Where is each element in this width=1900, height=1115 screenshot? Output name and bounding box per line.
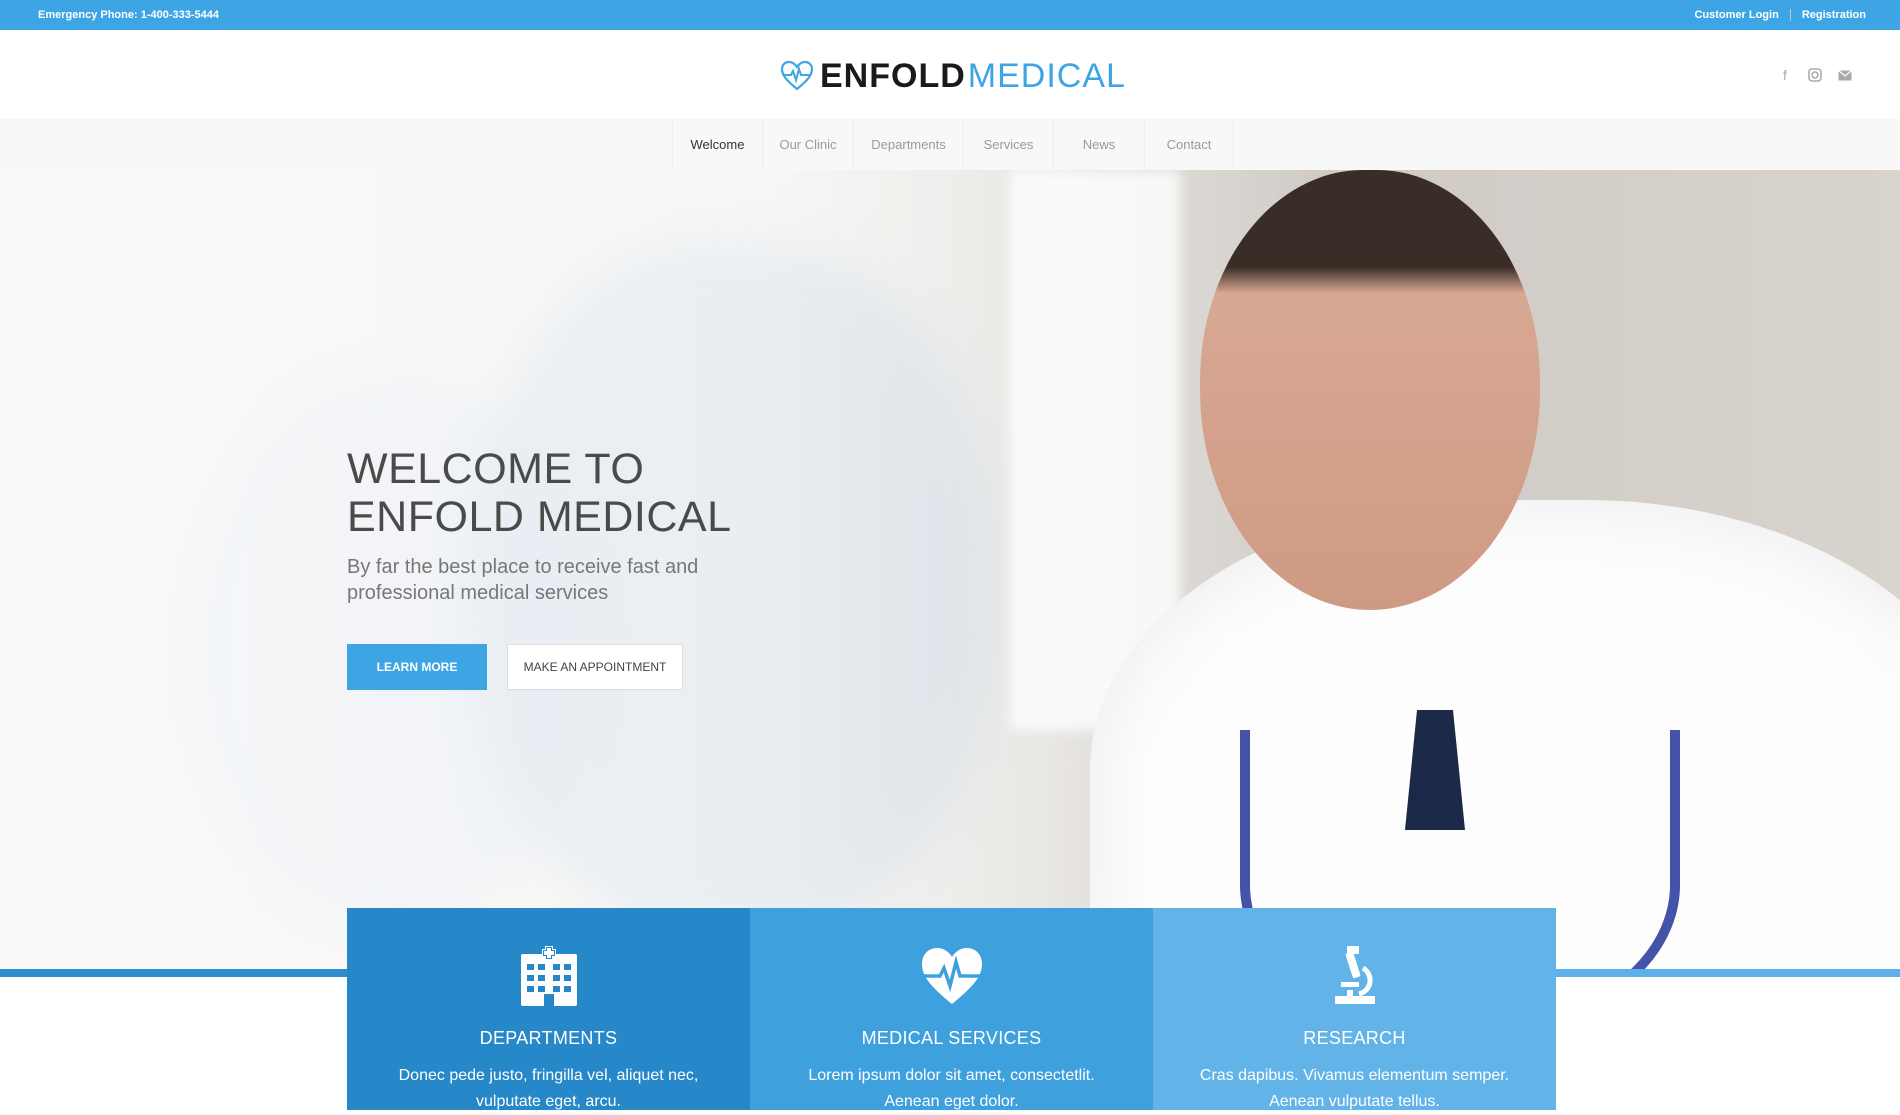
- site-header: ENFOLD MEDICAL f: [0, 30, 1900, 119]
- feature-text: Lorem ipsum dolor sit amet, consectetlit…: [808, 1067, 1095, 1110]
- feature-title: DEPARTMENTS: [479, 1028, 618, 1048]
- feature-departments[interactable]: DEPARTMENTS Donec pede justo, fringilla …: [347, 908, 750, 1110]
- nav-item-contact[interactable]: Contact: [1145, 119, 1234, 170]
- social-icons: f: [1770, 66, 1860, 84]
- heartbeat-icon: [750, 946, 1153, 1006]
- main-nav: Welcome Our Clinic Departments Services …: [0, 119, 1900, 170]
- appointment-button[interactable]: MAKE AN APPOINTMENT: [507, 644, 683, 690]
- nav-item-welcome[interactable]: Welcome: [673, 119, 763, 170]
- hero-banner: [0, 170, 1900, 970]
- feature-title: MEDICAL SERVICES: [861, 1028, 1042, 1048]
- nav-item-departments[interactable]: Departments: [854, 119, 964, 170]
- feature-title: RESEARCH: [1303, 1028, 1406, 1048]
- hero-title-line2: ENFOLD MEDICAL: [347, 493, 732, 541]
- hero-subtitle: By far the best place to receive fast an…: [347, 556, 699, 604]
- logo[interactable]: ENFOLD MEDICAL: [780, 56, 1126, 96]
- hospital-icon: [347, 946, 750, 1006]
- customer-login-link[interactable]: Customer Login: [1694, 9, 1778, 21]
- hero-buttons: LEARN MORE MAKE AN APPOINTMENT: [347, 644, 683, 690]
- blue-strip-right: [1556, 969, 1900, 977]
- doctor-head: [1200, 170, 1540, 610]
- logo-text-bold: ENFOLD: [820, 56, 966, 95]
- facebook-icon[interactable]: f: [1770, 66, 1800, 84]
- nav-item-our-clinic[interactable]: Our Clinic: [763, 119, 854, 170]
- instagram-icon[interactable]: [1800, 66, 1830, 84]
- feature-medical-services[interactable]: MEDICAL SERVICES Lorem ipsum dolor sit a…: [750, 908, 1153, 1110]
- microscope-icon: [1153, 946, 1556, 1006]
- divider: [1789, 9, 1791, 21]
- nav-item-services[interactable]: Services: [964, 119, 1054, 170]
- feature-boxes: DEPARTMENTS Donec pede justo, fringilla …: [347, 908, 1557, 1110]
- logo-text-light: MEDICAL: [967, 56, 1126, 95]
- feature-text: Cras dapibus. Vivamus elementum semper. …: [1199, 1067, 1510, 1110]
- mail-icon[interactable]: [1830, 66, 1860, 84]
- feature-text: Donec pede justo, fringilla vel, aliquet…: [398, 1067, 699, 1110]
- heartbeat-logo-icon: [780, 60, 814, 91]
- hero-title-line1: WELCOME TO: [347, 445, 645, 493]
- feature-research[interactable]: RESEARCH Cras dapibus. Vivamus elementum…: [1153, 908, 1556, 1110]
- top-bar: Emergency Phone: 1-400-333-5444 Customer…: [0, 0, 1900, 30]
- emergency-phone: Emergency Phone: 1-400-333-5444: [38, 9, 219, 21]
- nav-item-news[interactable]: News: [1054, 119, 1145, 170]
- learn-more-button[interactable]: LEARN MORE: [347, 644, 487, 690]
- registration-link[interactable]: Registration: [1802, 9, 1866, 21]
- hero-text: WELCOME TO ENFOLD MEDICAL By far the bes…: [347, 445, 747, 606]
- top-links: Customer Login Registration: [1694, 9, 1866, 21]
- hero-title: WELCOME TO ENFOLD MEDICAL: [347, 445, 747, 541]
